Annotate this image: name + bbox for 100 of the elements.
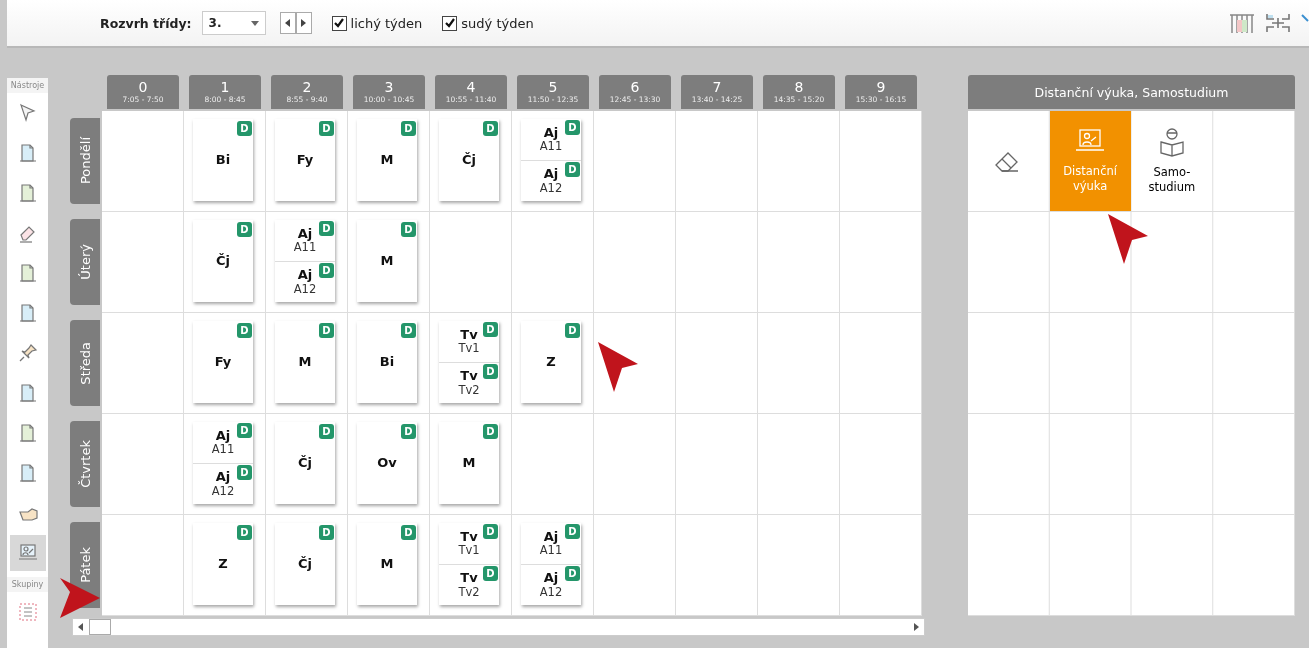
distance-badge: D	[237, 222, 252, 237]
checkbox[interactable]	[331, 15, 347, 31]
subject-label: M	[298, 354, 312, 370]
distance-badge: D	[319, 262, 334, 278]
lesson-card[interactable]: M D	[357, 523, 417, 605]
day-label: Úterý	[70, 219, 100, 305]
subject-label: Fy	[296, 152, 314, 168]
subject-label: Aj	[543, 167, 559, 182]
subject-label: Z	[218, 556, 228, 572]
lesson-card[interactable]: Aj A11 D Aj A12 D	[275, 220, 335, 302]
group-label: Tv1	[458, 544, 480, 557]
palette-item[interactable]: Samo-studium	[1131, 111, 1213, 211]
lesson-card[interactable]: M D	[357, 220, 417, 302]
distance-badge: D	[483, 322, 498, 337]
tools-title: Nástroje	[7, 78, 48, 93]
distance-badge: D	[319, 424, 334, 439]
day-label: Čtvrtek	[70, 421, 100, 507]
period-number: 3	[384, 80, 394, 95]
lesson-card[interactable]: Bi D	[193, 119, 253, 201]
lesson-card[interactable]: Ov D	[357, 422, 417, 504]
subject-label: M	[380, 253, 394, 269]
group-icon	[16, 601, 39, 623]
distance-badge: D	[319, 525, 334, 540]
distance-badge: D	[237, 525, 252, 540]
subject-label: Aj	[543, 125, 559, 141]
period-number: 8	[794, 80, 804, 95]
distance-badge: D	[565, 565, 580, 581]
class-dropdown[interactable]: 3.	[201, 11, 266, 35]
distance-badge: D	[483, 524, 498, 539]
subject-label: Tv	[460, 571, 478, 586]
lesson-card[interactable]: Tv Tv1 D Tv Tv2 D	[439, 523, 499, 605]
distance-badge: D	[401, 525, 416, 540]
panel-header: Distanční výuka, Samostudium	[968, 75, 1295, 109]
split-icon[interactable]	[1265, 12, 1291, 34]
subject-label: Tv	[460, 369, 478, 384]
annotation-arrow	[598, 342, 638, 392]
subject-label: M	[380, 152, 394, 168]
previous-button[interactable]	[279, 12, 296, 34]
checkbox[interactable]	[442, 15, 458, 31]
columns-icon[interactable]	[1229, 12, 1255, 34]
distance-badge: D	[401, 222, 416, 237]
left-triangle-icon	[285, 19, 291, 27]
lesson-card[interactable]: Aj A11 D Aj A12 D	[193, 422, 253, 504]
palette-label: Samo-studium	[1147, 165, 1197, 195]
subject-label: Čj	[462, 152, 476, 168]
subject-label: Bi	[215, 152, 231, 168]
group-label: A11	[539, 544, 563, 557]
lesson-card[interactable]: Fy D	[275, 119, 335, 201]
subject-label: Aj	[215, 428, 231, 444]
tool-button[interactable]	[9, 535, 46, 571]
distance-badge: D	[401, 323, 416, 338]
distance-badge: D	[237, 423, 252, 438]
right-triangle-icon	[301, 19, 307, 27]
subject-label: M	[462, 455, 476, 471]
subject-label: Tv	[460, 529, 478, 545]
group-label: A12	[293, 282, 317, 296]
subject-label: Čj	[298, 556, 312, 572]
timetable-grid[interactable]: Bi D Fy D M D Čj D Aj A11 D Aj A12 D Čj D Aj A11 D Aj A12 D M D Fy D M D Bi D Tv Tv1 D Tv Tv2 D Z D Aj A11 D Aj A12 D Čj D Ov D M D Z D Čj D M D Tv Tv1 D Tv Tv2 D Aj A11 D Aj A12 D	[102, 111, 922, 616]
lesson-card[interactable]: Aj A11 D Aj A12 D	[521, 119, 581, 201]
subject-label: Aj	[543, 529, 559, 545]
subject-label: Aj	[543, 571, 559, 586]
lesson-card[interactable]: Čj D	[275, 523, 335, 605]
distance-badge: D	[319, 221, 334, 236]
lesson-card[interactable]: M D	[275, 321, 335, 403]
distance-badge: D	[401, 424, 416, 439]
distance-badge: D	[483, 363, 498, 379]
scroll-thumb[interactable]	[89, 619, 111, 635]
caret-icon	[250, 20, 259, 26]
group-label: A11	[211, 443, 235, 456]
lesson-card[interactable]: Čj D	[193, 220, 253, 302]
distance-badge: D	[237, 323, 252, 338]
subject-label: Ov	[377, 455, 397, 471]
lesson-card[interactable]: Čj D	[439, 119, 499, 201]
lesson-card[interactable]: Z D	[193, 523, 253, 605]
scroll-bar[interactable]	[72, 618, 925, 636]
period-number: 9	[876, 80, 886, 95]
group-label: A11	[539, 140, 563, 153]
subject-label: Fy	[214, 354, 232, 370]
lesson-card[interactable]: M D	[357, 119, 417, 201]
group-label: A11	[293, 241, 317, 254]
distance-badge: D	[565, 323, 580, 338]
palette-grid[interactable]: Distanční výuka Samo-studium	[968, 111, 1295, 616]
subject-label: Z	[546, 354, 556, 370]
lesson-card[interactable]: Z D	[521, 321, 581, 403]
lesson-card[interactable]: Aj A11 D Aj A12 D	[521, 523, 581, 605]
day-label: Pondělí	[70, 118, 100, 204]
lesson-card[interactable]: M D	[439, 422, 499, 504]
lesson-card[interactable]: Bi D	[357, 321, 417, 403]
subject-label: Tv	[460, 327, 478, 343]
period-number: 5	[548, 80, 558, 95]
distance-badge: D	[565, 161, 580, 177]
lesson-card[interactable]: Fy D	[193, 321, 253, 403]
lesson-card[interactable]: Tv Tv1 D Tv Tv2 D	[439, 321, 499, 403]
subject-label: M	[380, 556, 394, 572]
period-number: 4	[466, 80, 476, 95]
period-number: 7	[712, 80, 722, 95]
lesson-card[interactable]: Čj D	[275, 422, 335, 504]
subject-label: Aj	[215, 470, 231, 485]
subject-label: Čj	[298, 455, 312, 471]
group-label: A12	[211, 484, 235, 498]
